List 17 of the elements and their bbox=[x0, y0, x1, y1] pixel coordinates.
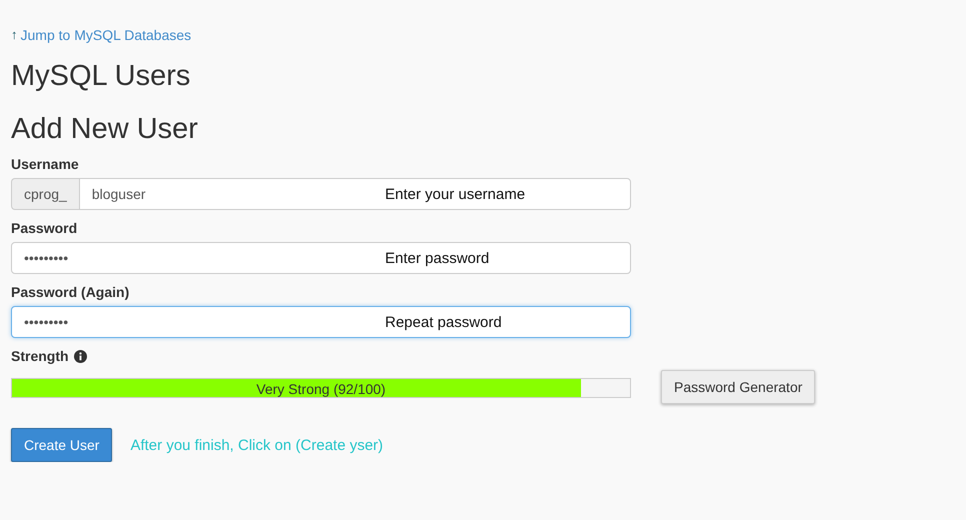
field-label: Password bbox=[11, 220, 78, 236]
page-title: MySQL Users bbox=[11, 60, 192, 93]
annotation-text: Enter your username bbox=[385, 186, 526, 203]
arrow-up-icon: ↑ bbox=[11, 27, 18, 42]
jump-link[interactable]: ↑ Jump to MySQL Databases bbox=[11, 26, 192, 42]
strength-label: Strength bbox=[11, 348, 69, 364]
create-user-button[interactable]: Create User bbox=[11, 428, 112, 462]
field-label: Password (Again) bbox=[11, 284, 130, 300]
input-prefix: cprog_ bbox=[11, 178, 79, 210]
field-label: Username bbox=[11, 156, 79, 172]
password-generator-button[interactable]: Password Generator bbox=[661, 370, 816, 404]
hint-text: After you finish, Click on (Create yser) bbox=[130, 436, 384, 454]
section-title: Add New User bbox=[11, 113, 199, 146]
annotation-text: Repeat password bbox=[385, 314, 502, 331]
annotation-text: Enter password bbox=[385, 250, 490, 267]
info-icon bbox=[74, 350, 87, 362]
strength-reading: Very Strong (92/100) bbox=[255, 381, 387, 397]
